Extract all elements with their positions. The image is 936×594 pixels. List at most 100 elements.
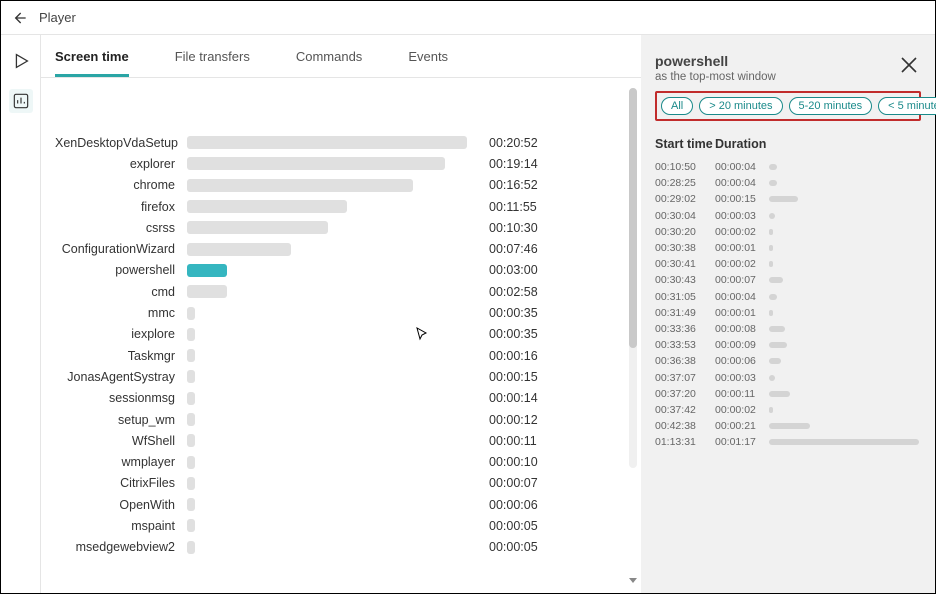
session-duration: 00:00:08	[715, 323, 769, 335]
app-row[interactable]: CitrixFiles00:00:07	[55, 473, 627, 494]
session-row[interactable]: 00:33:5300:00:09	[655, 337, 921, 353]
session-row[interactable]: 00:29:0200:00:15	[655, 191, 921, 207]
session-row[interactable]: 00:37:2000:00:11	[655, 386, 921, 402]
tab-commands[interactable]: Commands	[296, 49, 362, 77]
session-duration: 00:00:02	[715, 404, 769, 416]
duration-bar	[187, 285, 227, 298]
scroll-down-arrow[interactable]	[627, 573, 639, 585]
app-row[interactable]: sessionmsg00:00:14	[55, 388, 627, 409]
app-name-label: XenDesktopVdaSetup	[55, 136, 187, 150]
session-row[interactable]: 00:30:3800:00:01	[655, 240, 921, 256]
tab-events[interactable]: Events	[408, 49, 448, 77]
app-name-label: OpenWith	[55, 498, 187, 512]
app-row[interactable]: XenDesktopVdaSetup 00:20:52	[55, 132, 627, 153]
detail-title: powershell	[655, 53, 776, 69]
app-name-label: cmd	[55, 285, 187, 299]
app-row[interactable]: wmplayer00:00:10	[55, 451, 627, 472]
duration-filter-group: All> 20 minutes5-20 minutes< 5 minutes	[655, 91, 921, 121]
duration-bar	[187, 456, 195, 469]
tabs: Screen time File transfers Commands Events	[41, 35, 641, 78]
app-row[interactable]: OpenWith00:00:06	[55, 494, 627, 515]
duration-bar	[187, 498, 195, 511]
main-panel: Screen timeFile transfersCommandsEvents …	[41, 35, 641, 593]
session-start: 00:31:05	[655, 291, 715, 303]
session-start: 00:31:49	[655, 307, 715, 319]
session-duration: 00:00:07	[715, 274, 769, 286]
app-name-label: explorer	[55, 157, 187, 171]
session-duration: 00:00:03	[715, 372, 769, 384]
app-row[interactable]: msedgewebview200:00:05	[55, 537, 627, 558]
app-name-label: powershell	[55, 263, 187, 277]
duration-label: 00:00:11	[477, 434, 537, 448]
duration-label: 00:03:00	[477, 263, 538, 277]
app-row[interactable]: mmc00:00:35	[55, 302, 627, 323]
tab-screen-time[interactable]: Screen time	[55, 49, 129, 77]
session-row[interactable]: 00:10:5000:00:04	[655, 159, 921, 175]
analytics-icon[interactable]	[9, 89, 33, 113]
back-button[interactable]	[9, 8, 29, 28]
app-row[interactable]: iexplore00:00:35	[55, 324, 627, 345]
session-row[interactable]: 00:31:4900:00:01	[655, 305, 921, 321]
duration-label: 00:00:10	[477, 455, 538, 469]
session-row[interactable]: 00:42:3800:00:21	[655, 418, 921, 434]
app-row[interactable]: Taskmgr00:00:16	[55, 345, 627, 366]
session-bar	[769, 342, 787, 348]
left-nav-rail	[1, 35, 41, 593]
app-row[interactable]: mspaint00:00:05	[55, 515, 627, 536]
duration-label: 00:19:14	[477, 157, 538, 171]
session-duration: 00:00:02	[715, 258, 769, 270]
session-row[interactable]: 00:30:0400:00:03	[655, 208, 921, 224]
session-bar	[769, 180, 777, 186]
session-list: 00:10:5000:00:0400:28:2500:00:0400:29:02…	[655, 159, 921, 450]
session-row[interactable]: 00:33:3600:00:08	[655, 321, 921, 337]
duration-bar	[187, 157, 445, 170]
filter-pill[interactable]: < 5 minutes	[878, 97, 936, 115]
session-duration: 00:00:04	[715, 291, 769, 303]
filter-pill[interactable]: All	[661, 97, 693, 115]
close-icon[interactable]	[897, 53, 921, 77]
session-bar	[769, 407, 773, 413]
session-row[interactable]: 00:36:3800:00:06	[655, 353, 921, 369]
app-name-label: ConfigurationWizard	[55, 242, 187, 256]
app-row[interactable]: firefox00:11:55	[55, 196, 627, 217]
session-row[interactable]: 00:28:2500:00:04	[655, 175, 921, 191]
session-row[interactable]: 00:37:4200:00:02	[655, 402, 921, 418]
app-name-label: msedgewebview2	[55, 540, 187, 554]
app-row[interactable]: chrome00:16:52	[55, 175, 627, 196]
filter-pill[interactable]: > 20 minutes	[699, 97, 782, 115]
app-row[interactable]: csrss00:10:30	[55, 217, 627, 238]
titlebar: Player	[1, 1, 935, 35]
duration-bar	[187, 200, 347, 213]
duration-bar	[187, 392, 195, 405]
app-row[interactable]: cmd00:02:58	[55, 281, 627, 302]
session-row[interactable]: 00:37:0700:00:03	[655, 369, 921, 385]
app-row[interactable]: JonasAgentSystray00:00:15	[55, 366, 627, 387]
app-row[interactable]: WfShell00:00:11	[55, 430, 627, 451]
app-row[interactable]: powershell 00:03:00	[55, 260, 627, 281]
session-duration: 00:00:21	[715, 420, 769, 432]
app-name-label: Taskmgr	[55, 349, 187, 363]
duration-label: 00:11:55	[477, 200, 537, 214]
session-row[interactable]: 00:30:2000:00:02	[655, 224, 921, 240]
filter-pill[interactable]: 5-20 minutes	[789, 97, 873, 115]
session-start: 00:37:07	[655, 372, 715, 384]
app-row[interactable]: setup_wm00:00:12	[55, 409, 627, 430]
session-start: 00:30:41	[655, 258, 715, 270]
session-row[interactable]: 00:30:4100:00:02	[655, 256, 921, 272]
session-row[interactable]: 00:31:0500:00:04	[655, 289, 921, 305]
duration-bar	[187, 541, 195, 554]
duration-label: 00:00:05	[477, 519, 538, 533]
app-row[interactable]: explorer 00:19:14	[55, 153, 627, 174]
session-row[interactable]: 00:30:4300:00:07	[655, 272, 921, 288]
scrollbar[interactable]	[629, 88, 637, 468]
app-row[interactable]: ConfigurationWizard00:07:46	[55, 238, 627, 259]
duration-label: 00:00:35	[477, 306, 538, 320]
session-bar	[769, 261, 773, 267]
session-row[interactable]: 01:13:3100:01:17	[655, 434, 921, 450]
tab-file-transfers[interactable]: File transfers	[175, 49, 250, 77]
duration-bar	[187, 349, 195, 362]
duration-label: 00:20:52	[477, 136, 538, 150]
duration-label: 00:00:35	[477, 327, 538, 341]
scroll-thumb[interactable]	[629, 88, 637, 348]
play-icon[interactable]	[9, 49, 33, 73]
